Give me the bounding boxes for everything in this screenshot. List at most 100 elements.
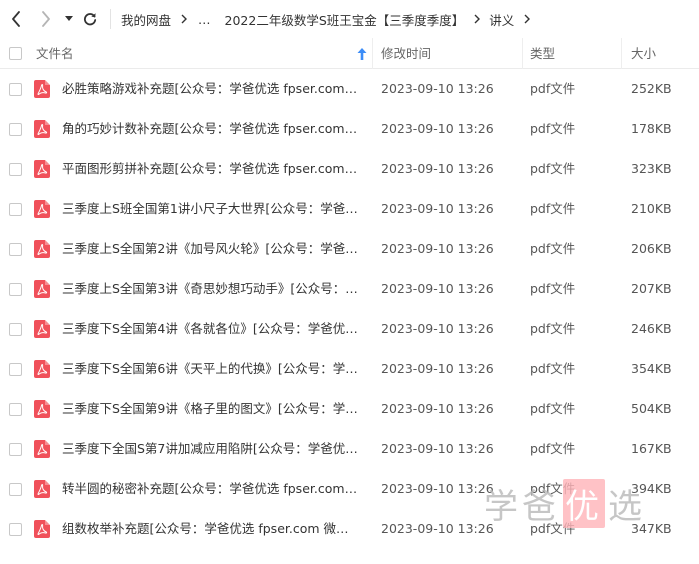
file-name[interactable]: 角的巧妙计数补充题[公众号：学爸优选 fpser.com 微信：58 — [62, 109, 360, 149]
back-button[interactable] — [6, 9, 26, 29]
file-modified-time: 2023-09-10 13:26 — [381, 201, 494, 216]
file-row[interactable]: 必胜策略游戏补充题[公众号：学爸优选 fpser.com 微信：58 2023-0… — [0, 69, 699, 109]
file-size: 178KB — [631, 121, 672, 136]
file-row[interactable]: 三季度下S全国第6讲《天平上的代换》[公众号：学爸优选 fpser.com 202… — [0, 349, 699, 389]
file-size: 206KB — [631, 241, 672, 256]
row-checkbox[interactable] — [9, 243, 22, 256]
file-type: pdf文件 — [530, 281, 576, 296]
sort-ascending-icon[interactable] — [357, 48, 367, 60]
column-divider[interactable] — [372, 38, 373, 69]
column-header-modified[interactable]: 修改时间 — [381, 38, 431, 69]
file-modified-time: 2023-09-10 13:26 — [381, 521, 494, 536]
file-name[interactable]: 三季度下全国S第7讲加减应用陷阱[公众号：学爸优选 fpser.com — [62, 429, 360, 469]
file-type: pdf文件 — [530, 321, 576, 336]
file-row[interactable]: 三季度下S全国第9讲《格子里的图文》[公众号：学爸优选 fpser.com 202… — [0, 389, 699, 429]
file-name[interactable]: 必胜策略游戏补充题[公众号：学爸优选 fpser.com 微信：58 — [62, 69, 360, 109]
caret-down-icon — [65, 16, 73, 21]
file-size: 246KB — [631, 321, 672, 336]
file-row[interactable]: 平面图形剪拼补充题[公众号：学爸优选 fpser.com 微信：58 2023-0… — [0, 149, 699, 189]
pdf-file-icon — [34, 120, 50, 138]
row-checkbox[interactable] — [9, 163, 22, 176]
file-size: 394KB — [631, 481, 672, 496]
column-divider[interactable] — [522, 38, 523, 69]
pdf-file-icon — [34, 480, 50, 498]
pdf-file-icon — [34, 360, 50, 378]
row-checkbox[interactable] — [9, 363, 22, 376]
chevron-left-icon — [12, 11, 20, 27]
file-size: 207KB — [631, 281, 672, 296]
file-size: 167KB — [631, 441, 672, 456]
breadcrumb-ellipsis[interactable]: … — [198, 12, 212, 27]
file-name[interactable]: 三季度上S全国第2讲《加号风火轮》[公众号：学爸优选 fpser.com — [62, 229, 360, 269]
file-modified-time: 2023-09-10 13:26 — [381, 481, 494, 496]
file-type: pdf文件 — [530, 121, 576, 136]
file-modified-time: 2023-09-10 13:26 — [381, 81, 494, 96]
refresh-button[interactable] — [80, 9, 100, 29]
file-name[interactable]: 三季度下S全国第6讲《天平上的代换》[公众号：学爸优选 fpser.com — [62, 349, 360, 389]
file-row[interactable]: 角的巧妙计数补充题[公众号：学爸优选 fpser.com 微信：58 2023-0… — [0, 109, 699, 149]
file-name[interactable]: 转半圆的秘密补充题[公众号：学爸优选 fpser.com 微信：58 — [62, 469, 360, 509]
breadcrumb-item-folder[interactable]: 2022二年级数学S班王宝金【三季度季度】 — [225, 10, 465, 29]
file-type: pdf文件 — [530, 401, 576, 416]
pdf-file-icon — [34, 80, 50, 98]
breadcrumb-separator-icon — [524, 14, 531, 24]
column-header-name[interactable]: 文件名 — [36, 38, 372, 69]
breadcrumb-separator-icon — [474, 14, 481, 24]
breadcrumb: 我的网盘 … 2022二年级数学S班王宝金【三季度季度】 讲义 — [121, 0, 539, 38]
file-name[interactable]: 平面图形剪拼补充题[公众号：学爸优选 fpser.com 微信：58 — [62, 149, 360, 189]
row-checkbox[interactable] — [9, 83, 22, 96]
file-row[interactable]: 三季度上S全国第2讲《加号风火轮》[公众号：学爸优选 fpser.com 2023… — [0, 229, 699, 269]
file-row[interactable]: 三季度下全国S第7讲加减应用陷阱[公众号：学爸优选 fpser.com 2023-… — [0, 429, 699, 469]
row-checkbox[interactable] — [9, 483, 22, 496]
file-row[interactable]: 三季度上S全国第3讲《奇思妙想巧动手》[公众号：学爸优选 fpser.com 20… — [0, 269, 699, 309]
file-type: pdf文件 — [530, 201, 576, 216]
row-checkbox[interactable] — [9, 203, 22, 216]
file-modified-time: 2023-09-10 13:26 — [381, 161, 494, 176]
file-name[interactable]: 三季度下S全国第9讲《格子里的图文》[公众号：学爸优选 fpser.com — [62, 389, 360, 429]
file-type: pdf文件 — [530, 241, 576, 256]
file-row[interactable]: 三季度上S班全国第1讲小尺子大世界[公众号：学爸优选 fpser.com 2023… — [0, 189, 699, 229]
row-checkbox[interactable] — [9, 123, 22, 136]
file-name[interactable]: 组数枚举补充题[公众号：学爸优选 fpser.com 微：58 — [62, 509, 360, 549]
pdf-file-icon — [34, 440, 50, 458]
forward-button[interactable] — [36, 9, 56, 29]
row-checkbox[interactable] — [9, 283, 22, 296]
file-type: pdf文件 — [530, 521, 576, 536]
history-dropdown-button[interactable] — [60, 9, 78, 29]
refresh-icon — [84, 13, 97, 26]
breadcrumb-item-current[interactable]: 讲义 — [489, 10, 514, 29]
row-checkbox[interactable] — [9, 403, 22, 416]
chevron-right-icon — [42, 11, 50, 27]
file-row[interactable]: 转半圆的秘密补充题[公众号：学爸优选 fpser.com 微信：58 2023-0… — [0, 469, 699, 509]
file-size: 252KB — [631, 81, 672, 96]
pdf-file-icon — [34, 280, 50, 298]
row-checkbox[interactable] — [9, 443, 22, 456]
file-name[interactable]: 三季度上S班全国第1讲小尺子大世界[公众号：学爸优选 fpser.com — [62, 189, 360, 229]
file-type: pdf文件 — [530, 81, 576, 96]
column-header-size[interactable]: 大小 — [631, 38, 656, 69]
file-size: 504KB — [631, 401, 672, 416]
file-modified-time: 2023-09-10 13:26 — [381, 441, 494, 456]
file-name[interactable]: 三季度下S全国第4讲《各就各位》[公众号：学爸优选 fpser.com — [62, 309, 360, 349]
pdf-file-icon — [34, 240, 50, 258]
file-modified-time: 2023-09-10 13:26 — [381, 361, 494, 376]
pdf-file-icon — [34, 400, 50, 418]
column-divider[interactable] — [621, 38, 622, 69]
file-size: 210KB — [631, 201, 672, 216]
toolbar-divider — [110, 9, 111, 29]
file-row[interactable]: 组数枚举补充题[公众号：学爸优选 fpser.com 微：58 2023-09-1… — [0, 509, 699, 549]
row-checkbox[interactable] — [9, 523, 22, 536]
column-header-type[interactable]: 类型 — [530, 38, 555, 69]
file-type: pdf文件 — [530, 481, 576, 496]
select-all-checkbox[interactable] — [9, 47, 22, 60]
navigation-bar: 我的网盘 … 2022二年级数学S班王宝金【三季度季度】 讲义 — [0, 0, 699, 38]
row-checkbox[interactable] — [9, 323, 22, 336]
file-size: 347KB — [631, 521, 672, 536]
breadcrumb-item-root[interactable]: 我的网盘 — [121, 10, 171, 29]
file-modified-time: 2023-09-10 13:26 — [381, 321, 494, 336]
file-type: pdf文件 — [530, 361, 576, 376]
pdf-file-icon — [34, 320, 50, 338]
file-name[interactable]: 三季度上S全国第3讲《奇思妙想巧动手》[公众号：学爸优选 fpser.com — [62, 269, 360, 309]
file-type: pdf文件 — [530, 161, 576, 176]
file-row[interactable]: 三季度下S全国第4讲《各就各位》[公众号：学爸优选 fpser.com 2023-… — [0, 309, 699, 349]
